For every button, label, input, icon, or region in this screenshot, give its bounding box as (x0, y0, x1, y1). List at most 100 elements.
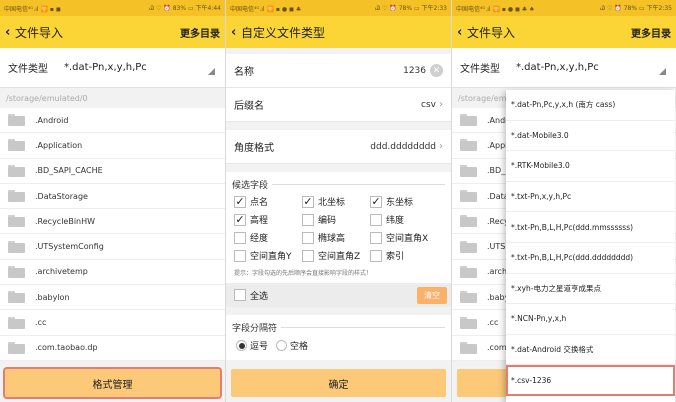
file-type-value[interactable]: *.dat-Pn,x,y,h,Pc (64, 62, 217, 73)
folder-icon (460, 316, 477, 329)
field-label: 空间直角Z (318, 252, 361, 262)
angle-format-row[interactable]: 角度格式 ddd.dddddddd › (226, 130, 451, 164)
folder-row[interactable]: .DataStorage (0, 184, 225, 210)
checkbox-icon[interactable] (370, 231, 382, 244)
clear-text-icon[interactable]: ✕ (430, 64, 443, 77)
field-checkbox[interactable]: ✓ 高程 (234, 212, 302, 227)
folder-icon (8, 341, 25, 354)
angle-format-label: 角度格式 (234, 143, 274, 154)
status-right: Ꮚ ♡ ⏰ 78% ▭ 下午2:35 (600, 5, 672, 12)
checkmark-icon[interactable]: ✓ (234, 213, 246, 226)
field-checkbox[interactable]: 椭球高 (302, 230, 370, 245)
folder-icon (8, 215, 25, 228)
status-left: 中国电信⁴ᴳ.ıl 🛜 ▪ ◼ (4, 5, 61, 13)
back-icon[interactable]: ‹ (457, 25, 467, 40)
file-type-selector[interactable]: 文件类型 *.dat-Pn,x,y,h,Pc (0, 48, 225, 88)
suffix-row[interactable]: 后缀名 csv › (226, 88, 451, 122)
field-checkbox[interactable]: ✓ 点名 (234, 194, 302, 209)
folder-icon (8, 190, 25, 203)
checkbox-icon[interactable] (234, 289, 246, 301)
checkmark-icon[interactable]: ✓ (234, 195, 246, 208)
folder-name: .BD_SAPI_CACHE (35, 166, 103, 176)
name-label: 名称 (234, 67, 254, 78)
checkbox-icon[interactable] (370, 249, 382, 262)
name-row[interactable]: 名称 1236 ✕ (226, 54, 451, 88)
field-checkbox[interactable]: ✓ 北坐标 (302, 194, 370, 209)
folder-row[interactable]: .babylon (0, 285, 225, 311)
file-type-option[interactable]: *.csv-1236 (506, 365, 675, 396)
status-left: 中国电信⁴ᴳ.ıl 🛜 ▪ ● ◼ ♣ ♠ (456, 5, 535, 13)
folder-name: .RecycleBinHW (35, 216, 96, 226)
confirm-button[interactable]: 确定 (231, 369, 446, 397)
folder-row[interactable]: .RecycleBinHW (0, 209, 225, 235)
folder-name: .cc (487, 318, 499, 328)
field-checkbox-grid: ✓ 点名 ✓ 北坐标 ✓ 东坐标 ✓ 高程 编码 纬度 经度 椭球高 空间直角X 空间直角Y 空间直角Z 索引 (232, 192, 445, 265)
separator-section: 字段分隔符 逗号 空格 (226, 315, 451, 360)
back-icon[interactable]: ‹ (5, 25, 15, 40)
more-directories-button[interactable]: 更多目录 (631, 25, 671, 40)
file-type-label: 文件类型 (8, 64, 48, 75)
radio-icon[interactable] (236, 340, 247, 351)
field-label: 编码 (318, 216, 337, 226)
field-checkbox[interactable]: 空间直角X (370, 230, 440, 245)
file-type-option[interactable]: *.NCN-Pn,y,x,h (506, 304, 675, 335)
folder-row[interactable]: .archivetemp (0, 260, 225, 286)
checkbox-icon[interactable] (234, 249, 246, 262)
folder-row[interactable]: .BD_SAPI_CACHE (0, 159, 225, 184)
folder-icon (460, 164, 477, 177)
checkbox-icon[interactable] (302, 231, 314, 244)
folder-row[interactable]: .cc (0, 310, 225, 336)
radio-label: 空格 (290, 342, 309, 352)
status-right: Ꮚ ♡ ⏰ 83% ▭ 下午4:44 (149, 5, 221, 12)
folder-name: .archivetemp (35, 267, 88, 277)
checkbox-icon[interactable] (234, 231, 246, 244)
file-type-option[interactable]: *.dat-Pn,Pc,y,x,h (南方 cass) (506, 90, 675, 121)
checkmark-icon[interactable]: ✓ (370, 195, 382, 208)
file-import-dropdown-screen: 中国电信⁴ᴳ.ıl 🛜 ▪ ● ◼ ♣ ♠ Ꮚ ♡ ⏰ 78% ▭ 下午2:35… (452, 0, 676, 402)
folder-icon (8, 316, 25, 329)
field-checkbox[interactable]: ✓ 东坐标 (370, 194, 440, 209)
checkbox-icon[interactable] (370, 213, 382, 226)
folder-icon (460, 114, 477, 127)
clear-button[interactable]: 清空 (417, 286, 447, 304)
field-checkbox[interactable]: 索引 (370, 248, 440, 263)
file-type-dropdown: *.dat-Pn,Pc,y,x,h (南方 cass) *.dat-Mobile3… (506, 90, 675, 402)
app-bar: ‹ 文件导入 更多目录 (452, 16, 676, 48)
back-icon[interactable]: ‹ (231, 25, 241, 40)
file-type-option[interactable]: *.txt-Pn,B,L,H,Pc(ddd.mmssssss) (506, 212, 675, 243)
field-checkbox[interactable]: 空间直角Y (234, 248, 302, 263)
more-directories-button[interactable]: 更多目录 (180, 25, 220, 40)
field-label: 高程 (250, 216, 269, 226)
name-value[interactable]: 1236 (403, 66, 426, 76)
file-type-option[interactable]: *.dat-Android 交换格式 (506, 335, 675, 366)
file-type-option[interactable]: *.txt-Pn,x,y,h,Pc (506, 182, 675, 213)
checkbox-icon[interactable] (302, 213, 314, 226)
folder-name: .BD_ (487, 166, 506, 176)
field-checkbox[interactable]: 空间直角Z (302, 248, 370, 263)
status-right: Ꮚ ♡ ⏰ 78% ▭ 下午2:33 (375, 5, 447, 12)
folder-name: .Appl (487, 140, 508, 150)
checkbox-icon[interactable] (302, 249, 314, 262)
separator-radio[interactable]: 空格 (276, 339, 308, 352)
file-type-option[interactable]: *.dat-Mobile3.0 (506, 121, 675, 152)
folder-row[interactable]: .UTSystemConfig (0, 234, 225, 260)
chevron-right-icon: › (439, 99, 443, 110)
field-checkbox[interactable]: 纬度 (370, 212, 440, 227)
file-type-option[interactable]: *.RTK-Mobile3.0 (506, 151, 675, 182)
field-checkbox[interactable]: 经度 (234, 230, 302, 245)
field-checkbox[interactable]: 编码 (302, 212, 370, 227)
format-management-button[interactable]: 格式管理 (3, 367, 222, 399)
folder-row[interactable]: .com.taobao.dp (0, 336, 225, 361)
select-all-checkbox[interactable]: 全选 (234, 288, 268, 303)
file-type-option[interactable]: *.xyh-电力之星道亨成果点 (506, 274, 675, 305)
separator-radio[interactable]: 逗号 (236, 339, 268, 352)
file-type-option[interactable]: *.txt-Pn,B,L,H,Pc(ddd.dddddddd) (506, 243, 675, 274)
folder-row[interactable]: .Application (0, 133, 225, 159)
file-type-selector[interactable]: 文件类型 *.dat-Pn,x,y,h,Pc (452, 48, 676, 88)
checkmark-icon[interactable]: ✓ (302, 195, 314, 208)
file-type-value[interactable]: *.dat-Pn,x,y,h,Pc (516, 62, 668, 73)
field-label: 纬度 (386, 216, 405, 226)
radio-icon[interactable] (276, 340, 288, 351)
folder-row[interactable]: .Android (0, 108, 225, 134)
